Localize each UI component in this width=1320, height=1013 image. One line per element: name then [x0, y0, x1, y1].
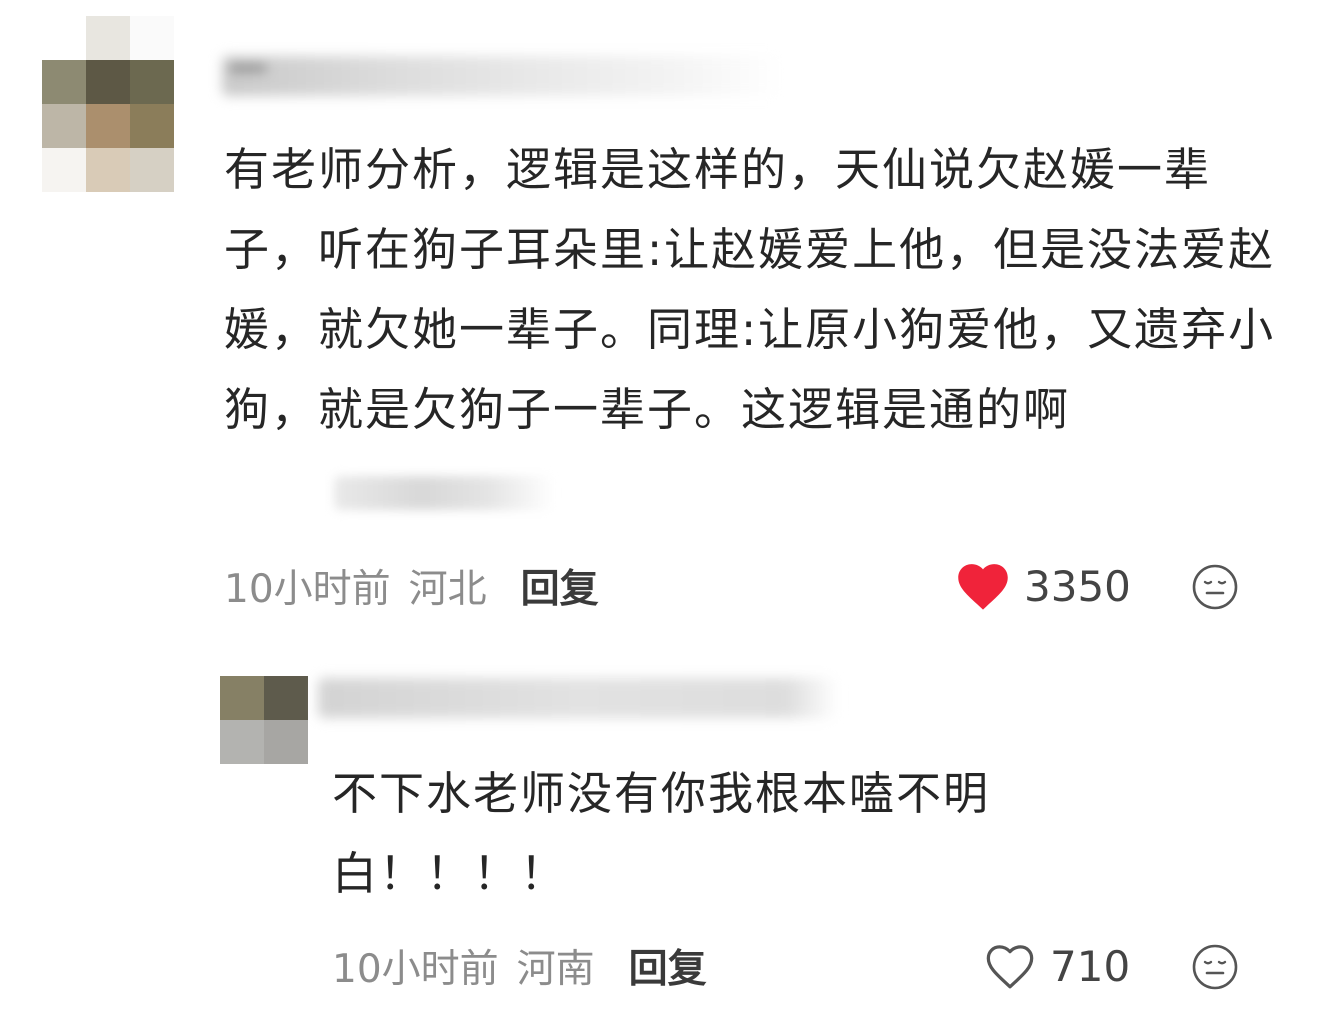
comment-text: 不下水老师没有你我根本嗑不明白！！！！ [332, 754, 1052, 914]
avatar-pixel [42, 148, 86, 192]
comment-location: 河南 [516, 947, 595, 992]
avatar[interactable] [220, 676, 308, 764]
heart-filled-icon[interactable] [956, 561, 1010, 611]
reply-button[interactable]: 回复 [629, 938, 707, 994]
avatar-pixel [130, 16, 174, 60]
like-button[interactable]: 3350 [956, 556, 1131, 616]
heart-outline-icon[interactable] [984, 942, 1036, 990]
avatar-pixel [86, 104, 130, 148]
avatar-pixel [264, 676, 308, 720]
avatar-pixel [42, 16, 86, 60]
comment-time: 10小时前 [224, 567, 391, 612]
neutral-face-icon[interactable] [1190, 562, 1240, 612]
username-blurred[interactable] [222, 56, 782, 96]
like-count: 3350 [1024, 561, 1131, 611]
avatar-pixel [220, 676, 264, 720]
avatar-pixel [42, 104, 86, 148]
comment-body: 不下水老师没有你我根本嗑不明白！！！！ [332, 767, 991, 900]
avatar-pixel [42, 60, 86, 104]
comment-text: 有老师分析，逻辑是这样的，天仙说欠赵媛一辈子，听在狗子耳朵里:让赵媛爱上他，但是… [224, 130, 1284, 530]
comment-location: 河北 [408, 567, 487, 612]
neutral-face-icon[interactable] [1190, 942, 1240, 992]
avatar-pixel [86, 16, 130, 60]
avatar-pixel [86, 148, 130, 192]
username-blurred[interactable] [318, 678, 838, 718]
comment-meta: 10小时前 河南 回复 [332, 936, 707, 996]
comment-time: 10小时前 [332, 947, 499, 992]
avatar-pixel [130, 148, 174, 192]
avatar-pixel [264, 720, 308, 764]
like-count: 710 [1050, 941, 1131, 991]
avatar[interactable] [42, 16, 174, 192]
avatar-pixel [130, 60, 174, 104]
blurred-sticker [334, 476, 554, 510]
like-button[interactable]: 710 [984, 936, 1130, 996]
comment-meta: 10小时前 河北 回复 [224, 556, 599, 616]
reply-button[interactable]: 回复 [521, 558, 599, 614]
comment-body: 有老师分析，逻辑是这样的，天仙说欠赵媛一辈子，听在狗子耳朵里:让赵媛爱上他，但是… [224, 143, 1276, 436]
avatar-pixel [220, 720, 264, 764]
avatar-pixel [86, 60, 130, 104]
avatar-pixel [130, 104, 174, 148]
